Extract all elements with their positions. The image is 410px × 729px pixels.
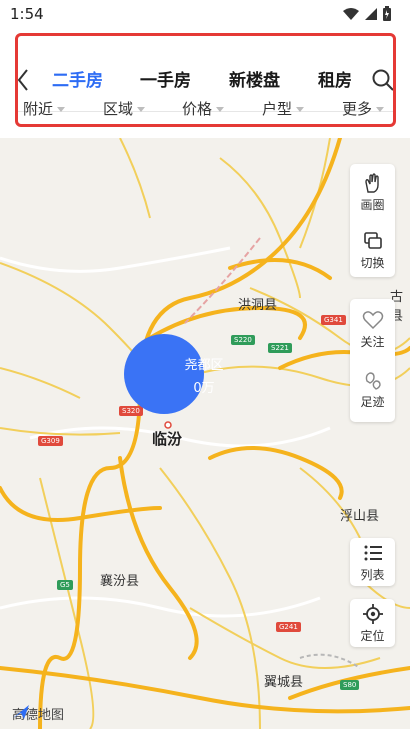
tool-card-list: 列表: [350, 538, 395, 586]
list-button[interactable]: 列表: [350, 534, 395, 589]
place-label: 浮山县: [340, 509, 380, 524]
tool-label: 定位: [360, 629, 385, 643]
road-shield: S221: [268, 343, 292, 353]
tool-label: 画圈: [360, 198, 385, 212]
road-shield: S80: [340, 680, 360, 690]
hand-draw-icon: [365, 173, 379, 193]
tool-label: 列表: [360, 568, 385, 582]
place-label: 洪洞县: [238, 298, 278, 313]
status-bar: 1:54: [0, 0, 410, 28]
tool-card-locate: 定位: [350, 599, 395, 647]
locate-button[interactable]: 定位: [350, 595, 395, 650]
road-shield: G5: [57, 580, 73, 590]
city-dot-icon: [164, 421, 172, 429]
place-label: 翼城县: [264, 675, 304, 690]
battery-icon: [383, 6, 391, 21]
map-roads: [0, 138, 410, 729]
draw-circle-button[interactable]: 画圈: [350, 164, 395, 219]
place-label-city: 临汾: [152, 430, 183, 448]
wifi-icon: [343, 8, 359, 20]
status-time: 1:54: [10, 5, 44, 23]
navigation-arrow-icon: [13, 705, 29, 719]
locate-icon: [363, 604, 383, 624]
signal-icon: [365, 8, 377, 20]
list-icon: [364, 545, 382, 561]
status-icons: [342, 6, 392, 22]
district-price: 0万: [193, 381, 215, 396]
road-shield: S320: [119, 406, 143, 416]
road-shield: S220: [231, 335, 255, 345]
switch-layers-icon: [364, 232, 382, 249]
road-shield: G341: [321, 315, 346, 325]
switch-button[interactable]: 切换: [350, 222, 395, 277]
footprint-icon: [365, 372, 381, 390]
heart-icon: [362, 311, 384, 330]
map-view[interactable]: 洪洞县 临汾 浮山县 襄汾县 翼城县 古县 G341 S220 S221 S32…: [0, 138, 410, 729]
place-label: 襄汾县: [100, 574, 140, 589]
road-shield: G241: [276, 622, 301, 632]
tool-card-draw: 画圈 切换: [350, 164, 395, 277]
tool-card-follow: 关注 足迹: [350, 299, 395, 422]
district-bubble[interactable]: 尧都区 0万: [124, 334, 224, 414]
footprint-button[interactable]: 足迹: [350, 361, 395, 416]
follow-button[interactable]: 关注: [350, 301, 395, 356]
tool-label: 切换: [360, 256, 385, 270]
map-provider-logo: 高德地图: [12, 704, 64, 723]
highlight-box: [15, 33, 396, 127]
tool-label: 足迹: [360, 395, 385, 409]
district-name: 尧都区: [184, 358, 224, 373]
tool-label: 关注: [360, 335, 385, 349]
road-shield: G309: [38, 436, 63, 446]
